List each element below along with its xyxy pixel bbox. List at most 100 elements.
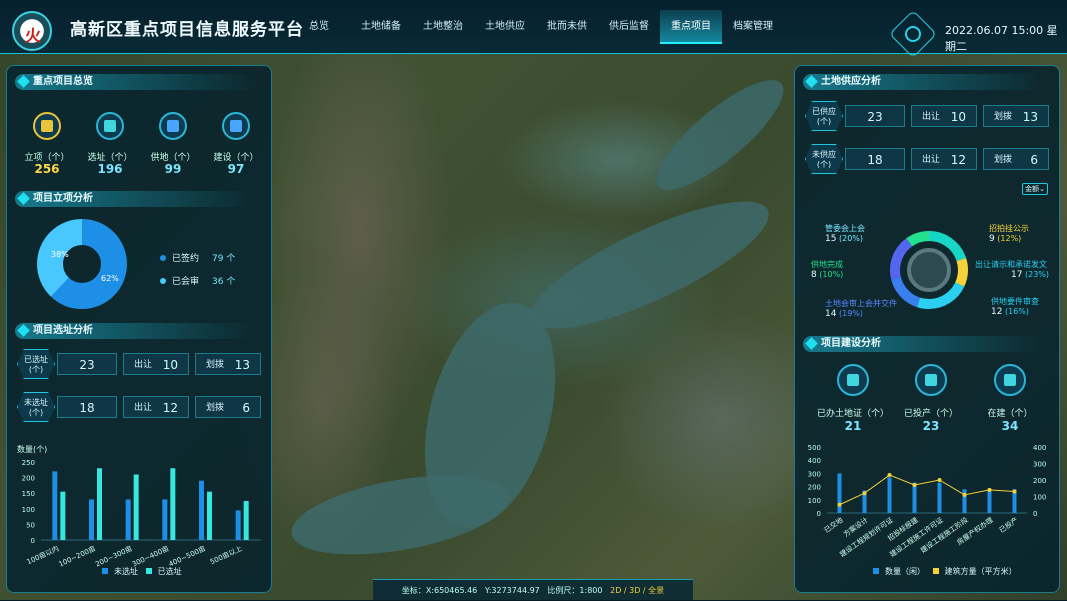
pie-label-reviewed: 38% xyxy=(51,250,69,259)
unsupplied-head: 未供应 (个) xyxy=(805,144,843,174)
stat-value: 99 xyxy=(164,162,182,176)
ring-label-text: 土地会审上会并交件 xyxy=(825,299,897,308)
bar-count xyxy=(987,490,992,513)
coord-x: X:650465.46 xyxy=(425,586,478,595)
y-tick-label: 100 xyxy=(22,506,35,514)
allocate-value: 6 xyxy=(242,401,250,415)
supply-title: 土地供应分析 xyxy=(803,74,1043,90)
unselected-transfer: 出让 12 xyxy=(123,396,189,418)
transfer-value: 12 xyxy=(162,401,178,415)
ring-label-value: 12 xyxy=(991,307,1003,317)
line-point xyxy=(937,478,942,482)
legend-swatch xyxy=(932,568,939,574)
unsupplied-allocate: 划拨 6 xyxy=(983,148,1049,170)
unsupplied-transfer: 出让 12 xyxy=(911,148,977,170)
ring-label-value: 15 xyxy=(825,234,837,244)
nav-key-projects[interactable]: 重点项目 xyxy=(660,10,722,44)
bar-unselected xyxy=(52,471,58,540)
x-tick-label: 100~200亩 xyxy=(57,544,97,568)
legend-value: 79 个 xyxy=(212,251,235,264)
bar-selected xyxy=(207,491,212,540)
allocate-value: 13 xyxy=(1022,110,1038,124)
nav-approved-unsupplied[interactable]: 批而未供 xyxy=(536,10,598,44)
ring-label-text: 招拍挂公示 xyxy=(989,224,1029,233)
ring-label-value: 17 xyxy=(1011,270,1023,280)
y2-tick-label: 200 xyxy=(1033,477,1046,485)
y2-tick-label: 0 xyxy=(1033,510,1037,518)
legend-value-number: 36 xyxy=(212,277,224,287)
x-tick-label: 200~300亩 xyxy=(94,544,134,568)
nav-post-supply[interactable]: 供后监督 xyxy=(598,10,660,44)
build-title: 项目建设分析 xyxy=(803,336,1043,352)
y-tick-label: 400 xyxy=(808,457,821,465)
nav-land-supply[interactable]: 土地供应 xyxy=(474,10,536,44)
logo: 火 xyxy=(12,11,52,51)
y-tick-label: 0 xyxy=(31,537,35,545)
site-selection-icon xyxy=(96,112,124,140)
allocate-label: 划拨 xyxy=(206,360,225,370)
ring-label-text: 管委会上会 xyxy=(825,224,865,233)
right-panel: 土地供应分析 已供应 (个) 23 出让 10 划拨 13 未供应 (个) 18 出让 1… xyxy=(794,65,1060,593)
allocate-value: 6 xyxy=(1030,153,1038,167)
bar-count xyxy=(887,477,892,513)
legend-label: 数量（闲） xyxy=(885,567,925,576)
nav-land-remediation[interactable]: 土地整治 xyxy=(412,10,474,44)
construction-icon xyxy=(994,364,1026,396)
legend-swatch xyxy=(873,568,879,574)
bar-count xyxy=(937,482,942,513)
nav-land-reserve[interactable]: 土地储备 xyxy=(350,10,412,44)
stat-label: 已投产（个） xyxy=(903,409,958,419)
view-mode-toggle[interactable]: 2D / 3D / 全景 xyxy=(610,586,664,595)
legend-dot xyxy=(160,255,166,261)
transfer-value: 10 xyxy=(950,110,966,124)
stat-label: 在建（个） xyxy=(987,409,1033,419)
selected-total: 23 xyxy=(57,353,117,375)
bar-selected xyxy=(133,474,139,540)
transfer-label: 出让 xyxy=(134,360,153,370)
ring-label: 供地完成 8 (10%) xyxy=(811,259,843,280)
amount-dropdown[interactable]: 金额⌄ xyxy=(1022,183,1048,195)
stat-value: 34 xyxy=(1001,419,1019,433)
stat-value: 21 xyxy=(844,419,862,433)
y2-tick-label: 400 xyxy=(1033,444,1046,452)
legend-label: 建筑方量（平方米） xyxy=(944,567,1017,576)
x-tick-label: 已投产 xyxy=(997,515,1019,534)
line-point xyxy=(987,487,992,492)
legend-label: 已选址 xyxy=(157,567,182,576)
nav-archive[interactable]: 档案管理 xyxy=(722,10,784,44)
legend-label: 已会审 xyxy=(172,277,200,287)
x-tick-label: 500亩以上 xyxy=(209,544,244,567)
bar-unselected xyxy=(199,480,204,540)
bar-count xyxy=(837,473,842,513)
ring-label-value: 9 xyxy=(989,234,995,244)
legend-reviewed: 已会审 xyxy=(160,274,199,287)
bar-legend: 未选址 已选址 xyxy=(102,566,182,577)
line-point xyxy=(912,482,917,487)
settings-button[interactable] xyxy=(888,9,938,59)
legend-value-unit: 个 xyxy=(226,277,236,287)
supplied-head: 已供应 (个) xyxy=(805,101,843,131)
build-legend: 数量（闲） 建筑方量（平方米） xyxy=(873,566,1017,577)
bar-count xyxy=(962,489,967,513)
gear-icon xyxy=(905,26,921,42)
dropdown-value: 金额 xyxy=(1025,185,1040,193)
y-tick-label: 200 xyxy=(808,484,821,492)
selected-allocate: 划拨 13 xyxy=(195,353,261,375)
bar-selected xyxy=(243,501,249,540)
y-tick-label: 150 xyxy=(22,490,35,498)
legend-signed: 已签约 xyxy=(160,251,199,264)
ring-label-text: 出让请示和承诺发文 xyxy=(975,260,1047,269)
ring-label-pct: (16%) xyxy=(1005,307,1030,316)
line-point xyxy=(962,492,967,497)
nav-overview[interactable]: 总览 xyxy=(288,10,350,44)
y-tick-label: 0 xyxy=(817,510,821,518)
stat-value: 256 xyxy=(34,162,60,176)
x-tick-label: 400~500亩 xyxy=(167,544,207,568)
legend-label: 未选址 xyxy=(114,567,138,576)
main-nav: 总览 土地储备 土地整治 土地供应 批而未供 供后监督 重点项目 档案管理 xyxy=(288,10,784,44)
legend-label: 已签约 xyxy=(172,254,200,264)
x-tick-label: 100亩以内 xyxy=(25,544,60,567)
supplied-total: 23 xyxy=(845,105,905,127)
ring-label-value: 14 xyxy=(825,309,837,319)
transfer-value: 10 xyxy=(162,358,178,372)
